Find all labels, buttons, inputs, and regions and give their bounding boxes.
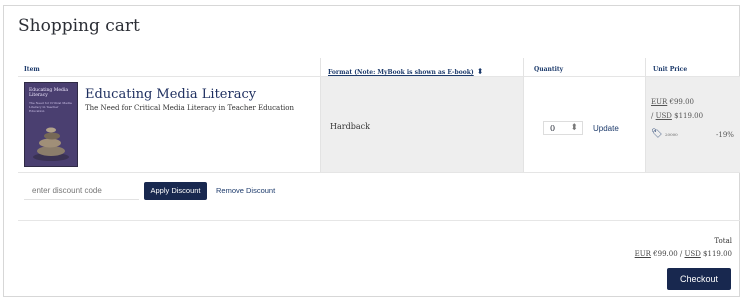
format-value: Hardback <box>330 122 370 131</box>
total-value: EUR €99.00 / USD $119.00 <box>635 250 732 258</box>
discount-code-input[interactable]: enter discount code <box>24 182 139 200</box>
apply-discount-button[interactable]: Apply Discount <box>144 182 207 200</box>
discount-code-tag: 20000 <box>665 132 678 137</box>
page-title: Shopping cart <box>18 16 140 36</box>
currency-usd: USD <box>655 112 672 120</box>
column-divider-1 <box>320 58 321 172</box>
section-divider <box>18 220 740 221</box>
book-title-link[interactable]: Educating Media Literacy <box>85 87 256 102</box>
total-separator: / <box>679 250 683 258</box>
spinner-arrows-icon[interactable]: ⬍ <box>570 122 578 134</box>
price-tag-icon: 🏷 <box>651 129 663 139</box>
format-cell: Hardback <box>320 77 523 172</box>
unit-price-cell: EUR €99.00 / USD $119.00 🏷 20000 -19% <box>645 77 740 172</box>
column-header-quantity: Quantity <box>534 66 564 73</box>
price-usd-prefix: / <box>651 112 654 120</box>
column-header-format-label[interactable]: Format (Note: MyBook is shown as E-book) <box>328 69 474 76</box>
table-row-divider <box>18 172 740 173</box>
quantity-value[interactable]: 0 <box>550 124 555 133</box>
column-divider-2 <box>523 58 524 172</box>
total-label: Total <box>714 237 732 245</box>
cover-title: Educating Media Literacy <box>29 88 68 98</box>
column-header-format[interactable]: Format (Note: MyBook is shown as E-book)… <box>328 66 483 76</box>
total-currency-usd: USD <box>684 250 701 258</box>
total-currency-eur: EUR <box>634 250 651 258</box>
currency-eur: EUR <box>651 98 668 106</box>
price-eur-value: €99.00 <box>669 98 695 106</box>
item-cell: Educating Media Literacy The Need for Cr… <box>18 77 320 172</box>
price-usd: / USD $119.00 <box>651 112 703 120</box>
book-cover-image[interactable]: Educating Media Literacy The Need for Cr… <box>24 82 78 167</box>
cover-stones-illustration <box>33 127 69 161</box>
total-eur-value: €99.00 <box>653 250 678 258</box>
price-usd-value: $119.00 <box>674 112 704 120</box>
cover-subtitle: The Need for Critical Media Literacy in … <box>29 101 72 113</box>
checkout-button[interactable]: Checkout <box>667 268 731 290</box>
book-subtitle: The Need for Critical Media Literacy in … <box>85 104 295 112</box>
column-header-item: Item <box>24 66 40 73</box>
price-eur: EUR €99.00 <box>651 98 694 106</box>
column-header-unit-price: Unit Price <box>653 66 688 73</box>
remove-discount-link[interactable]: Remove Discount <box>216 186 275 195</box>
update-button[interactable]: Update <box>593 124 619 133</box>
quantity-cell: 0 ⬍ Update <box>523 77 645 172</box>
table-row: Educating Media Literacy The Need for Cr… <box>18 77 740 172</box>
total-usd-value: $119.00 <box>703 250 732 258</box>
column-divider-3 <box>645 58 646 172</box>
quantity-stepper[interactable]: 0 ⬍ <box>543 121 583 135</box>
discount-percent: -19% <box>716 131 734 139</box>
sort-icon[interactable]: ⬍ <box>477 66 484 76</box>
